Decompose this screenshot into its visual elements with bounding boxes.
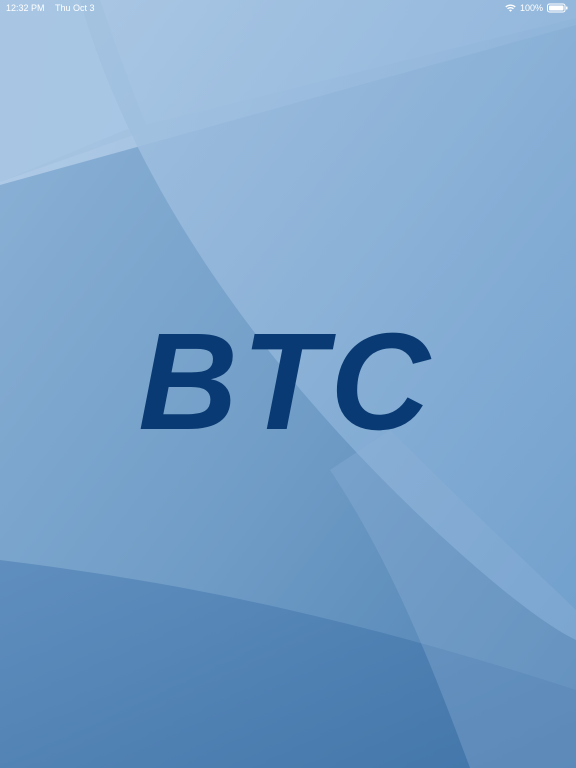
- splash-screen: 12:32 PM Thu Oct 3 100% BTC: [0, 0, 576, 768]
- wifi-icon: [505, 4, 516, 12]
- battery-percentage: 100%: [519, 3, 543, 13]
- status-time: 12:32 PM: [6, 3, 45, 13]
- status-left: 12:32 PM Thu Oct 3: [6, 0, 95, 16]
- battery-icon: [547, 3, 568, 13]
- status-date: Thu Oct 3: [55, 3, 95, 13]
- status-right: 100%: [505, 0, 568, 16]
- btc-logo: BTC: [138, 305, 434, 459]
- status-bar: 12:32 PM Thu Oct 3 100%: [0, 0, 576, 16]
